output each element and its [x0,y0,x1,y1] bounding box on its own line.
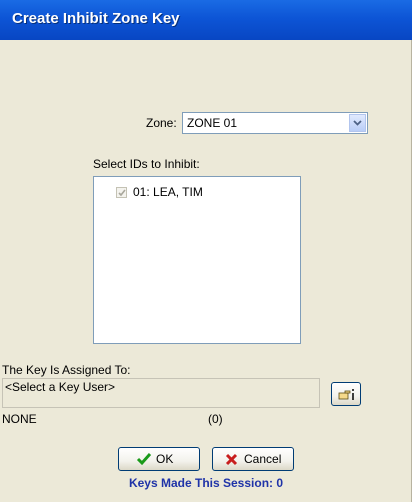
red-x-icon [225,453,238,466]
select-key-user-button[interactable] [331,382,361,406]
id-item-label: 01: LEA, TIM [133,185,203,199]
key-count: (0) [208,412,223,426]
title-bar: Create Inhibit Zone Key [0,0,412,40]
key-user-field[interactable]: <Select a Key User> [2,378,320,408]
cancel-button[interactable]: Cancel [212,447,294,471]
ok-button[interactable]: OK [118,447,200,471]
create-inhibit-zone-key-dialog: Create Inhibit Zone Key Zone: ZONE 01 Se… [0,0,412,502]
pointing-hand-icon [338,389,354,400]
key-user-name: NONE [2,412,37,426]
chevron-down-icon [353,120,362,126]
id-checkbox[interactable] [116,187,127,198]
zone-dropdown-button[interactable] [349,114,366,132]
zone-select-value: ZONE 01 [187,116,238,130]
ids-listbox[interactable]: 01: LEA, TIM [93,176,301,344]
key-user-placeholder: <Select a Key User> [5,380,116,394]
ok-label: OK [156,452,174,466]
session-count: Keys Made This Session: 0 [128,476,284,490]
window-title: Create Inhibit Zone Key [12,10,180,27]
check-icon [118,189,126,197]
ids-label: Select IDs to Inhibit: [93,157,200,171]
green-check-icon [136,453,152,466]
key-assigned-label: The Key Is Assigned To: [2,363,131,377]
zone-select[interactable]: ZONE 01 [182,112,368,134]
cancel-label: Cancel [244,452,282,466]
zone-label: Zone: [146,116,177,130]
